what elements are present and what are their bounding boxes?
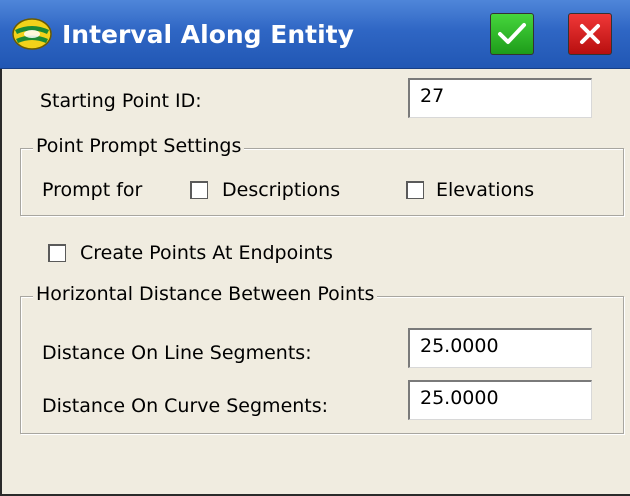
horizontal-distance-legend: Horizontal Distance Between Points <box>33 283 378 305</box>
starting-point-id-input[interactable]: 27 <box>408 78 592 118</box>
descriptions-checkbox[interactable] <box>190 181 208 199</box>
title-bar: Interval Along Entity <box>0 0 630 69</box>
elevations-label[interactable]: Elevations <box>436 179 534 201</box>
close-icon <box>580 24 600 44</box>
curve-segments-label: Distance On Curve Segments: <box>42 395 329 417</box>
ok-button[interactable] <box>490 13 534 55</box>
checkmark-icon <box>498 23 526 44</box>
descriptions-label[interactable]: Descriptions <box>222 179 340 201</box>
app-logo-icon <box>12 18 52 50</box>
cancel-button[interactable] <box>568 13 612 55</box>
create-points-at-endpoints-checkbox[interactable] <box>48 244 66 262</box>
line-segments-distance-input[interactable]: 25.0000 <box>408 328 592 368</box>
line-segments-label: Distance On Line Segments: <box>42 342 312 364</box>
prompt-for-label: Prompt for <box>42 179 143 201</box>
elevations-checkbox[interactable] <box>406 181 424 199</box>
curve-segments-distance-input[interactable]: 25.0000 <box>408 380 592 420</box>
point-prompt-settings-legend: Point Prompt Settings <box>33 135 245 157</box>
starting-point-id-label: Starting Point ID: <box>40 90 202 112</box>
create-points-at-endpoints-label[interactable]: Create Points At Endpoints <box>80 242 333 264</box>
window-title: Interval Along Entity <box>62 20 354 49</box>
